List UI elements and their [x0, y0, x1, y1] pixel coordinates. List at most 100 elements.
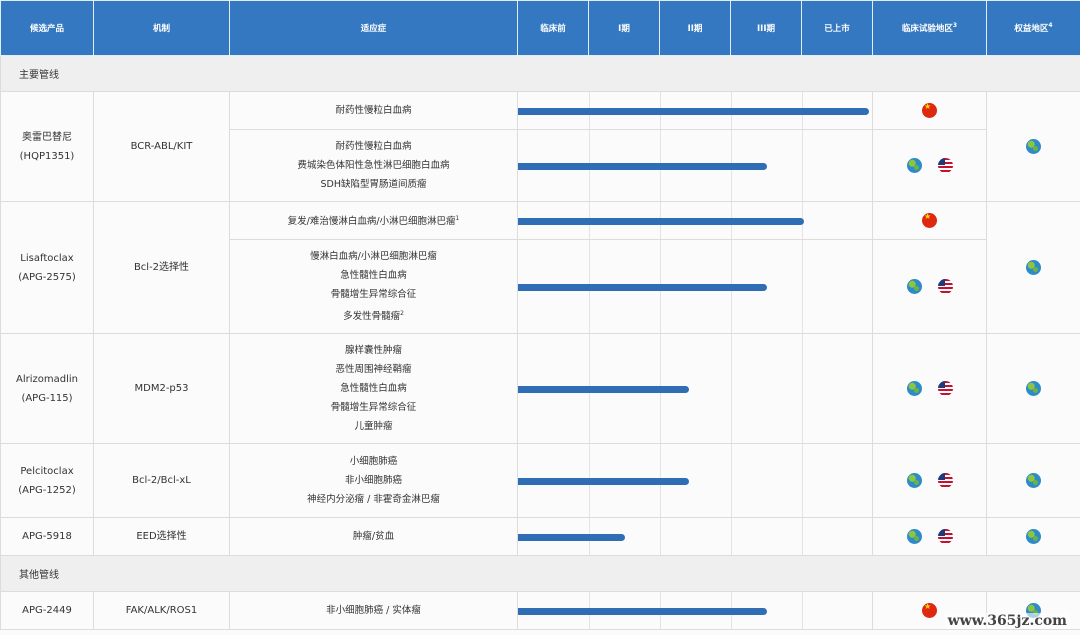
product-cell: 奥雷巴替尼 (HQP1351) [0, 91, 94, 202]
us-flag-icon [937, 381, 953, 396]
header-phase1: I期 [588, 0, 660, 56]
china-flag-icon [922, 213, 937, 228]
globe-icon [1026, 381, 1041, 396]
rights-region-cell [986, 201, 1080, 334]
trial-region-cell [872, 333, 987, 444]
indication-text: 非小细胞肺癌 / 实体瘤 [326, 605, 421, 616]
indication-line: 肿瘤/贫血 [230, 527, 517, 546]
header-rights-region-note: 4 [1048, 22, 1053, 30]
indication-line: 耐药性慢粒白血病 [230, 101, 517, 120]
phase-divider [802, 130, 803, 201]
table-row: Lisaftoclax (APG-2575) Bcl-2选择性 复发/难治慢淋白血病/… [0, 201, 1080, 334]
indication-text: 小细胞肺癌 [349, 456, 398, 467]
indication-line: SDH缺陷型胃肠道间质瘤 [230, 175, 517, 194]
phase-divider [802, 592, 803, 629]
indication-text: 复发/难治慢淋白血病/小淋巴细胞淋巴瘤 [287, 216, 456, 228]
phase-divider [802, 444, 803, 517]
indication-line: 慢淋白血病/小淋巴细胞淋巴瘤 [230, 247, 517, 266]
header-trial-region-label: 临床试验地区 [901, 24, 953, 34]
table-row: 奥雷巴替尼 (HQP1351) BCR-ABL/KIT 耐药性慢粒白血病 [0, 91, 1080, 202]
indication-line: 骨髓增生异常综合征 [230, 285, 517, 304]
product-name: APG-2449 [22, 605, 72, 616]
indication-cell: 肿瘤/贫血 [229, 517, 518, 556]
indication-text: 非小细胞肺癌 [344, 475, 402, 486]
rights-region-cell [986, 91, 1080, 202]
mechanism-cell: BCR-ABL/KIT [93, 91, 230, 202]
header-candidate: 候选产品 [0, 0, 94, 56]
indication-line: 复发/难治慢淋白血病/小淋巴细胞淋巴瘤1 [230, 209, 517, 231]
product-name: (HQP1351) [19, 150, 75, 162]
phase-divider [731, 334, 732, 443]
table-row: APG-5918 EED选择性 肿瘤/贫血 [0, 517, 1080, 556]
indication-text: 骨髓增生异常综合征 [330, 288, 417, 300]
header-phase3: III期 [730, 0, 802, 56]
section-title: 其他管线 [0, 555, 1080, 592]
product-name: (APG-2575) [18, 271, 76, 283]
trial-region-cell [872, 239, 987, 334]
product-cell: APG-5918 [0, 517, 94, 556]
product-name: Lisaftoclax [20, 252, 74, 264]
header-row: 候选产品 机制 适应症 临床前 I期 II期 III期 已上市 临床试验地区3 … [0, 0, 1080, 56]
us-flag-icon [937, 473, 953, 488]
header-mechanism: 机制 [93, 0, 230, 56]
progress-cell [517, 201, 873, 240]
indication-footnote: 1 [455, 215, 460, 223]
table-row: Alrizomadlin (APG-115) MDM2-p53 腺样囊性肿瘤 恶性周围神… [0, 333, 1080, 444]
indication-text: 骨髓增生异常综合征 [330, 402, 417, 413]
progress-cell [517, 591, 873, 630]
indication-line: 急性髓性白血病 [230, 266, 517, 285]
phase-divider [802, 334, 803, 443]
trial-region-cell [872, 517, 987, 556]
product-cell: APG-2449 [0, 591, 94, 630]
header-rights-region: 权益地区4 [986, 0, 1080, 56]
us-flag-icon [937, 279, 953, 294]
us-flag-icon [937, 158, 953, 173]
header-marketed: 已上市 [801, 0, 873, 56]
mechanism-cell: FAK/ALK/ROS1 [93, 591, 230, 630]
indication-text: 急性髓性白血病 [340, 383, 407, 394]
rights-region-cell [986, 443, 1080, 518]
progress-bar [518, 283, 767, 291]
section-title: 主要管线 [0, 55, 1080, 92]
progress-bar [518, 162, 767, 170]
indication-text: 儿童肿瘤 [354, 421, 393, 432]
product-name: Pelcitoclax [20, 465, 74, 477]
trial-region-cell [872, 129, 987, 202]
watermark: www.365jz.com [944, 613, 1070, 629]
pipeline-table: 候选产品 机制 适应症 临床前 I期 II期 III期 已上市 临床试验地区3 … [0, 0, 1080, 630]
progress-cell [517, 239, 873, 334]
indication-line: 骨髓增生异常综合征 [230, 398, 517, 417]
phase-divider [802, 240, 803, 333]
progress-bar [518, 217, 804, 225]
product-cell: Pelcitoclax (APG-1252) [0, 443, 94, 518]
indication-line: 神经内分泌瘤 / 非霍奇金淋巴瘤 [230, 490, 517, 509]
header-phase2: II期 [659, 0, 731, 56]
mechanism-cell: EED选择性 [93, 517, 230, 556]
indication-line: 儿童肿瘤 [230, 417, 517, 436]
section-row: 其他管线 [0, 555, 1080, 592]
section-row: 主要管线 [0, 55, 1080, 92]
table-row: APG-2449 FAK/ALK/ROS1 非小细胞肺癌 / 实体瘤 [0, 591, 1080, 630]
progress-cell [517, 517, 873, 556]
globe-icon [906, 529, 922, 544]
product-name: Alrizomadlin [16, 373, 78, 385]
indication-text: 耐药性慢粒白血病 [335, 141, 412, 152]
indication-text: 腺样囊性肿瘤 [344, 345, 402, 356]
phase-divider [731, 518, 732, 555]
indication-cell: 腺样囊性肿瘤 恶性周围神经鞘瘤 急性髓性白血病 骨髓增生异常综合征 儿童肿瘤 [229, 333, 518, 444]
globe-icon [906, 158, 922, 173]
indication-text: 神经内分泌瘤 / 非霍奇金淋巴瘤 [307, 494, 440, 505]
phase-divider [731, 444, 732, 517]
rights-region-cell [986, 333, 1080, 444]
progress-cell [517, 91, 873, 130]
indication-text: 急性髓性白血病 [340, 269, 407, 281]
trial-region-cell [872, 443, 987, 518]
indication-text: 肿瘤/贫血 [352, 531, 395, 542]
progress-cell [517, 443, 873, 518]
progress-bar [518, 385, 689, 393]
indication-text: 耐药性慢粒白血病 [335, 105, 412, 116]
mechanism-cell: Bcl-2选择性 [93, 201, 230, 334]
indication-text: 恶性周围神经鞘瘤 [335, 364, 412, 375]
trial-region-cell [872, 91, 987, 130]
progress-cell [517, 129, 873, 202]
